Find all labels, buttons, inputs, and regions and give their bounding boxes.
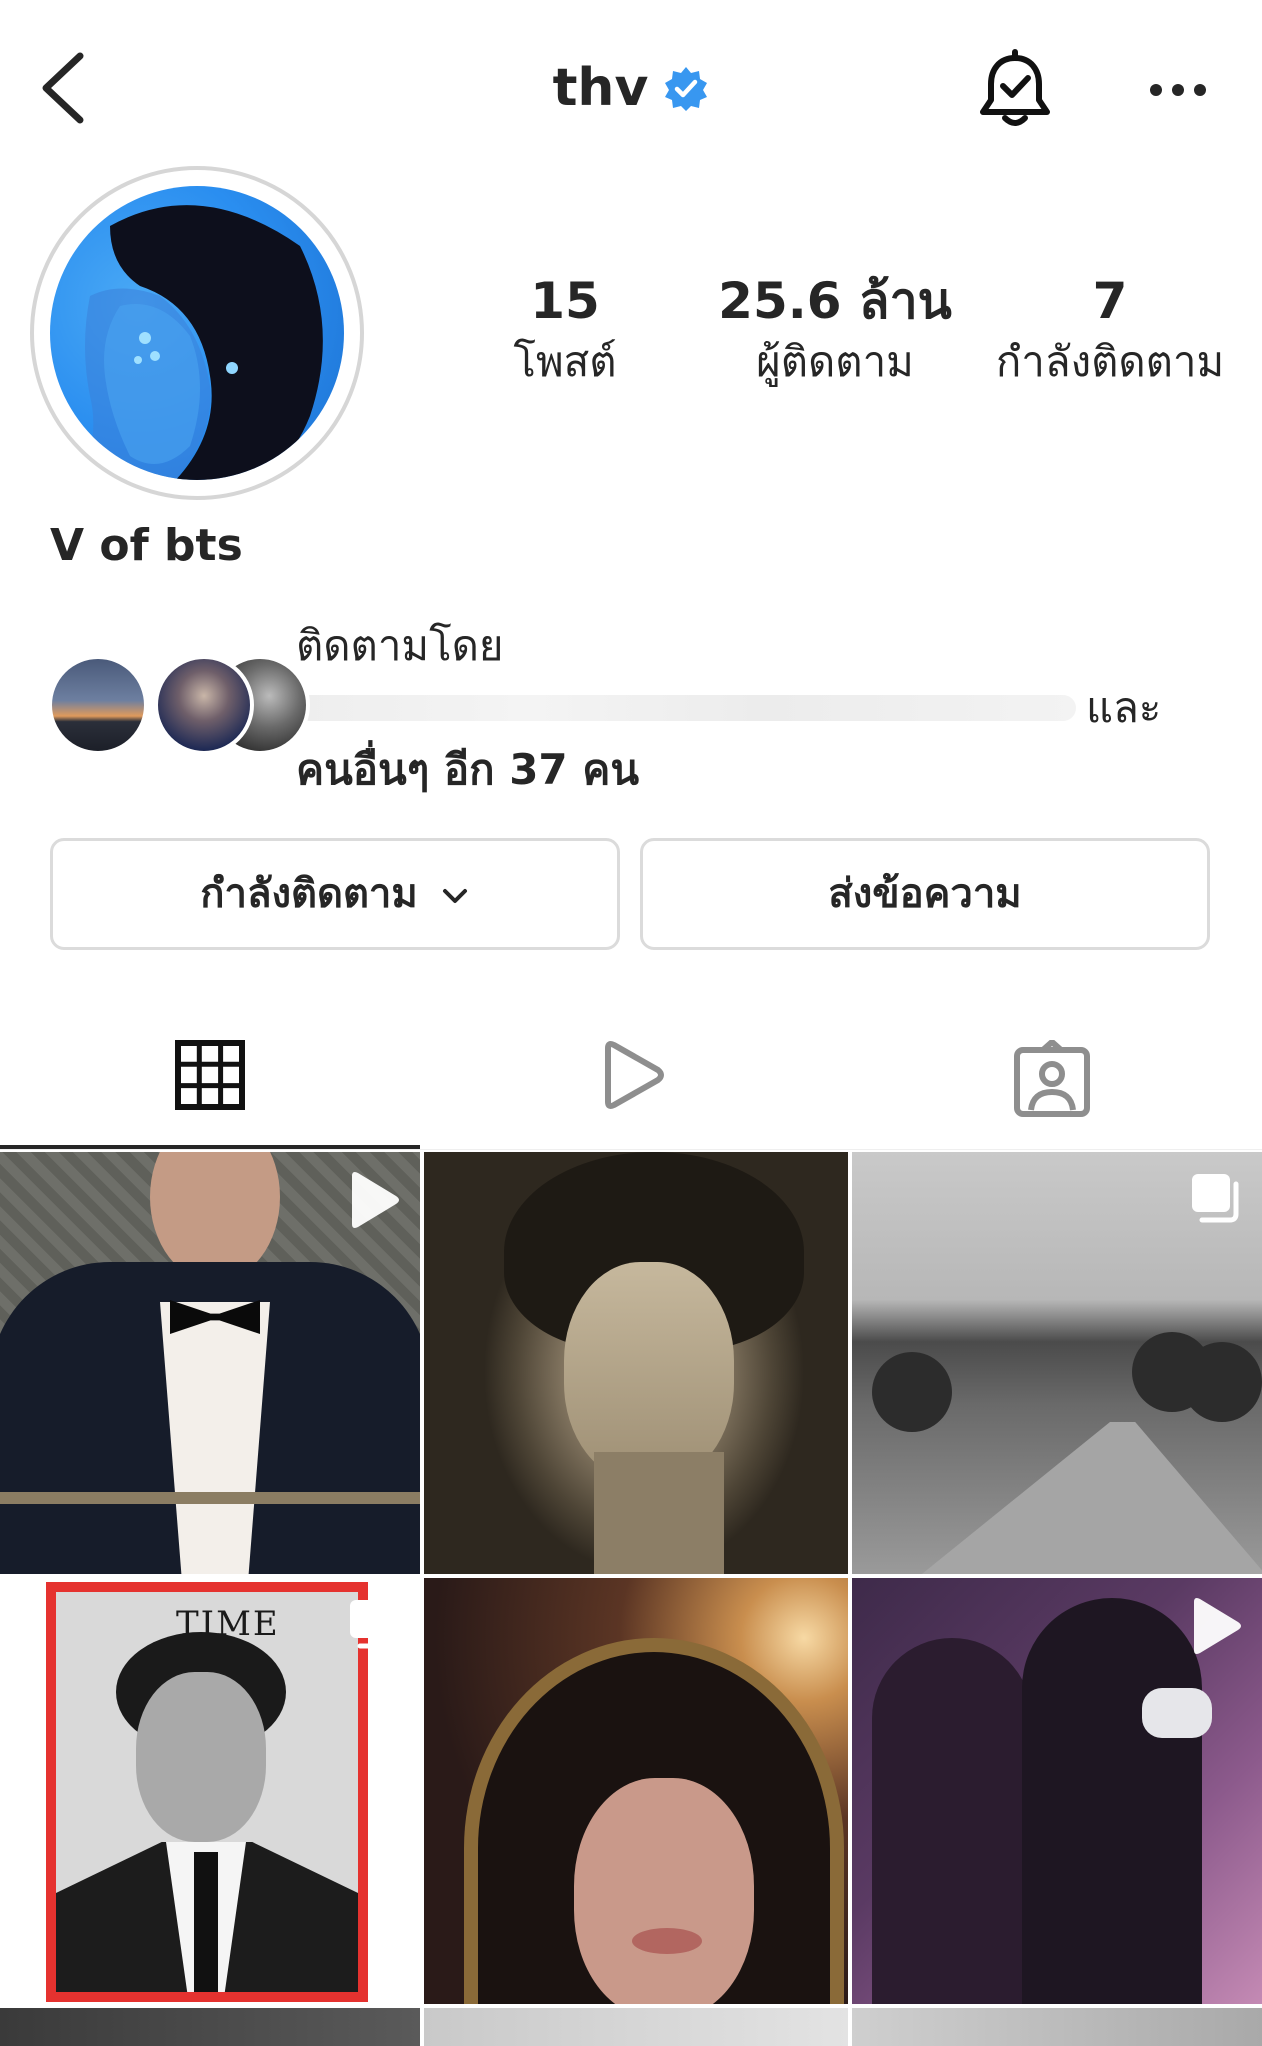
post-6-person — [872, 1638, 1032, 2004]
bell-check-icon — [980, 49, 1050, 126]
avatar-photo — [50, 186, 344, 480]
chevron-down-icon — [442, 889, 467, 903]
tab-posts-grid[interactable] — [0, 1010, 420, 1150]
post-thumbnail-9[interactable] — [852, 2008, 1262, 2046]
display-name: V of bts — [50, 520, 243, 571]
notifications-button[interactable] — [975, 48, 1055, 132]
followers-label: ผู้ติดตาม — [756, 337, 914, 386]
magazine-title: TIME — [176, 1604, 280, 1644]
followers-count[interactable]: 25.6 ล้าน ผู้ติดตาม — [700, 270, 970, 392]
post-thumbnail-2[interactable] — [424, 1152, 848, 1574]
followed-by-prefix: ติดตามโดย — [296, 621, 504, 670]
post-4-magazine-cover: TIME — [46, 1582, 368, 2002]
post-5-face — [574, 1778, 754, 2004]
tagged-person-icon — [1014, 1040, 1090, 1117]
post-4-tie — [194, 1852, 218, 1992]
post-thumbnail-4[interactable]: TIME — [0, 1578, 420, 2004]
post-2-neck — [594, 1452, 724, 1574]
following-button-label: กำลังติดตาม — [200, 871, 418, 917]
avatar-portrait — [82, 205, 323, 480]
post-6-person — [1022, 1598, 1202, 2004]
post-3-road — [912, 1422, 1262, 1574]
message-button[interactable]: ส่งข้อความ — [640, 838, 1210, 950]
post-thumbnail-3[interactable] — [852, 1152, 1262, 1574]
post-3-tree — [872, 1352, 952, 1432]
carousel-icon — [350, 1600, 397, 1649]
posts-label: โพสต์ — [513, 337, 617, 386]
mutual-avatar-2 — [154, 655, 254, 755]
following-label: กำลังติดตาม — [995, 337, 1225, 386]
more-options-button[interactable] — [1148, 72, 1208, 108]
post-1-rail — [0, 1492, 420, 1504]
reel-icon — [352, 1172, 399, 1228]
post-2-face — [564, 1262, 734, 1482]
post-5-lips — [632, 1928, 702, 1954]
following-value: 7 — [1092, 272, 1128, 330]
following-button[interactable]: กำลังติดตาม — [50, 838, 620, 950]
carousel-icon — [1192, 1174, 1239, 1223]
post-6-mask — [1142, 1688, 1212, 1738]
top-bar: thv — [0, 0, 1262, 170]
message-button-label: ส่งข้อความ — [828, 871, 1022, 917]
blurred-usernames — [296, 695, 1076, 721]
play-icon — [605, 1041, 664, 1109]
post-thumbnail-6[interactable] — [852, 1578, 1262, 2004]
post-thumbnail-7[interactable] — [0, 2008, 420, 2046]
profile-avatar[interactable] — [30, 166, 364, 500]
profile-page: thv 15 โพสต์ 25.6 ล้าน ผู้ติดตาม 7 กำลัง… — [0, 0, 1262, 2046]
posts-count[interactable]: 15 โพสต์ — [480, 270, 650, 392]
following-count[interactable]: 7 กำลังติดตาม — [975, 270, 1245, 392]
profile-title: thv — [0, 58, 1262, 128]
post-4-face — [136, 1672, 266, 1842]
username: thv — [552, 58, 649, 118]
more-dots-icon — [1150, 84, 1206, 96]
grid-icon — [175, 1040, 245, 1110]
tabs-divider — [0, 1149, 1262, 1150]
tab-reels[interactable] — [421, 1010, 841, 1150]
tab-tagged[interactable] — [842, 1010, 1262, 1150]
post-thumbnail-5[interactable] — [424, 1578, 848, 2004]
followed-by-others: คนอื่นๆ อีก 37 คน — [296, 745, 640, 794]
followed-by-and: และ — [1086, 683, 1162, 732]
followed-by-text[interactable]: ติดตามโดย และ คนอื่นๆ อีก 37 คน — [296, 615, 1196, 801]
followed-by-names: และ — [296, 677, 1196, 739]
posts-value: 15 — [530, 272, 600, 330]
reel-icon — [1194, 1598, 1241, 1654]
verified-badge-icon — [665, 67, 708, 111]
post-thumbnail-8[interactable] — [424, 2008, 848, 2046]
followers-value: 25.6 ล้าน — [718, 272, 952, 330]
mutual-followers-avatars[interactable] — [48, 655, 310, 755]
mutual-avatar-1 — [48, 655, 148, 755]
post-thumbnail-1[interactable] — [0, 1152, 420, 1574]
post-3-tree — [1182, 1342, 1262, 1422]
